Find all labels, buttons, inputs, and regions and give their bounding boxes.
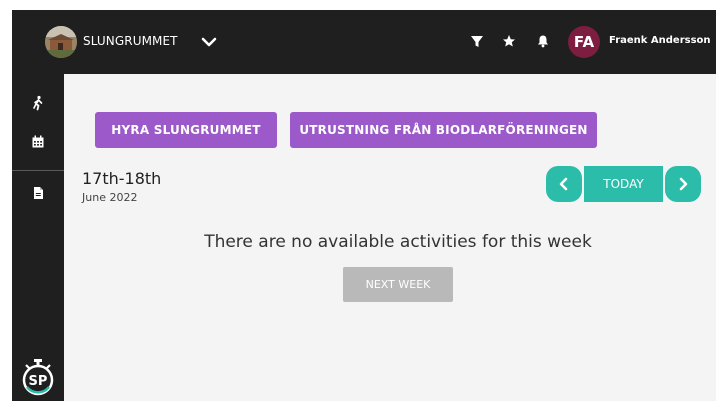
previous-week-button[interactable] bbox=[546, 166, 582, 202]
app-frame: SLUNGRUMMET FA Fraenk Andersson SP HYRA … bbox=[12, 10, 716, 401]
bell-icon[interactable] bbox=[534, 32, 552, 50]
empty-state-message: There are no available activities for th… bbox=[204, 232, 592, 252]
user-name[interactable]: Fraenk Andersson bbox=[609, 35, 711, 46]
svg-text:SP: SP bbox=[29, 374, 48, 389]
star-icon[interactable] bbox=[500, 32, 518, 50]
calendar-icon[interactable] bbox=[29, 133, 47, 151]
chevron-right-icon bbox=[679, 177, 688, 191]
document-icon[interactable] bbox=[29, 184, 47, 202]
venue-thumbnail[interactable] bbox=[45, 26, 77, 58]
top-bar: SLUNGRUMMET FA Fraenk Andersson bbox=[12, 10, 716, 74]
running-person-icon[interactable] bbox=[29, 94, 47, 112]
venue-name[interactable]: SLUNGRUMMET bbox=[83, 34, 178, 48]
chevron-down-icon[interactable] bbox=[198, 32, 220, 52]
sp-stopwatch-logo: SP bbox=[20, 357, 56, 397]
date-month: June 2022 bbox=[82, 191, 138, 204]
hyra-slungrummet-button[interactable]: HYRA SLUNGRUMMET bbox=[95, 112, 277, 148]
today-button[interactable]: TODAY bbox=[584, 166, 663, 202]
sidebar-divider bbox=[12, 170, 64, 171]
chevron-left-icon bbox=[559, 177, 568, 191]
filter-icon[interactable] bbox=[468, 32, 486, 50]
next-week-button[interactable]: NEXT WEEK bbox=[343, 267, 453, 302]
user-avatar[interactable]: FA bbox=[568, 26, 600, 58]
utrustning-button[interactable]: UTRUSTNING FRÅN BIODLARFÖRENINGEN bbox=[290, 112, 597, 148]
date-range: 17th-18th bbox=[82, 169, 162, 188]
next-week-arrow-button[interactable] bbox=[665, 166, 701, 202]
